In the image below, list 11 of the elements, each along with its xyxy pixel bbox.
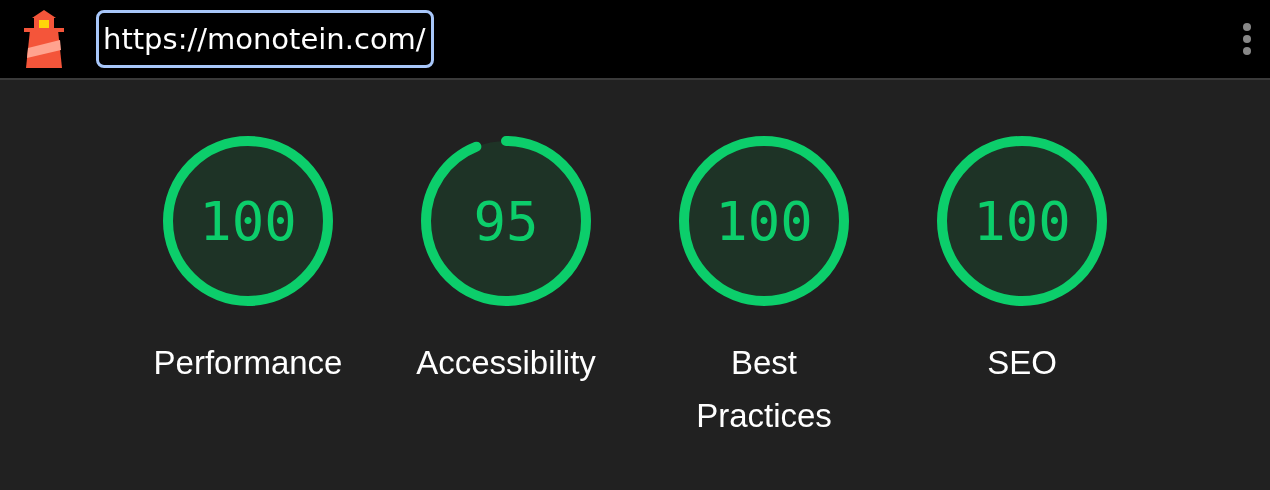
score-value: 100 — [973, 189, 1071, 253]
lighthouse-icon — [22, 10, 66, 68]
score-value: 100 — [199, 189, 297, 253]
category-label: Performance — [152, 343, 344, 383]
category-label: Best Practices — [695, 343, 833, 436]
category-label: SEO — [986, 343, 1058, 383]
category-label: Accessibility — [415, 343, 597, 383]
more-menu-icon[interactable] — [1242, 22, 1252, 56]
score-value: 95 — [473, 189, 539, 253]
score-value: 100 — [715, 189, 813, 253]
url-field[interactable]: https://monotein.com/ — [96, 10, 434, 68]
